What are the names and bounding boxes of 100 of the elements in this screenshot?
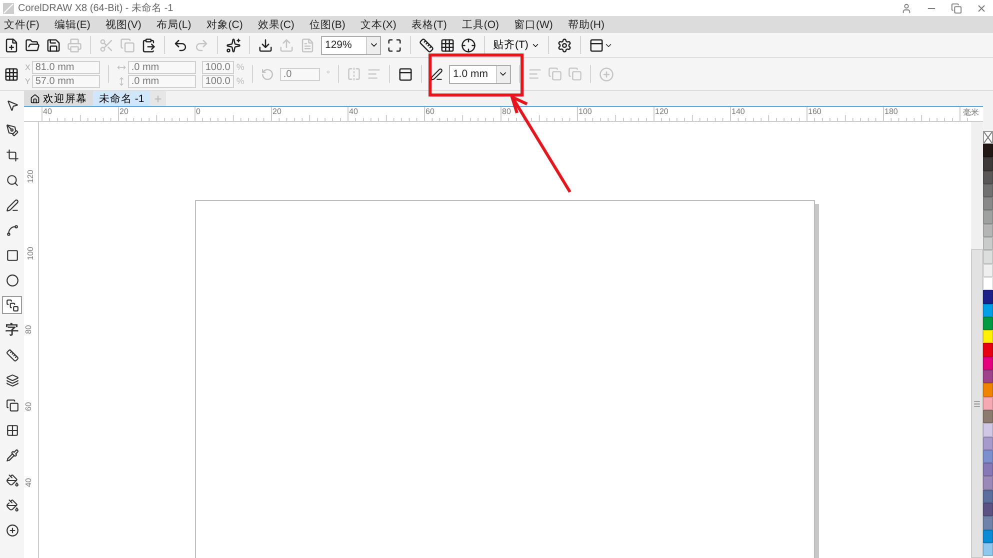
eyedropper-icon [6, 448, 18, 462]
menu-item[interactable]: 对象(C) [206, 18, 243, 32]
color-swatch[interactable] [983, 503, 993, 516]
color-swatch[interactable] [983, 330, 993, 344]
outline-width-combo[interactable]: 1.0 mm [448, 64, 511, 84]
settings-button[interactable] [557, 38, 572, 52]
checker-icon [6, 424, 18, 436]
undo-icon [173, 38, 188, 52]
color-swatch[interactable] [983, 316, 993, 330]
color-swatch[interactable] [983, 396, 993, 410]
color-swatch[interactable] [983, 184, 993, 198]
ruler-label: 80 [502, 107, 511, 116]
no-color-swatch[interactable] [983, 131, 993, 144]
color-swatch[interactable] [983, 197, 993, 210]
rulers-button[interactable] [419, 38, 434, 52]
tab[interactable]: 未命名 -1 [93, 91, 150, 106]
wrap-text-button[interactable] [398, 66, 413, 82]
new-button[interactable] [4, 38, 19, 52]
color-swatch[interactable] [983, 542, 993, 556]
redo-icon [194, 38, 209, 52]
color-swatch[interactable] [983, 343, 993, 357]
color-swatch[interactable] [983, 237, 993, 250]
color-swatch[interactable] [983, 476, 993, 490]
zoom-combo[interactable]: 129% [321, 36, 381, 54]
color-swatch[interactable] [983, 144, 993, 158]
menu-item[interactable]: 窗口(W) [514, 18, 553, 32]
snap-button[interactable]: 贴齐(T) [493, 38, 540, 52]
scale-y-field[interactable]: 100.0 [202, 74, 234, 88]
menu-item[interactable]: 布局(L) [156, 18, 192, 32]
color-swatch[interactable] [983, 250, 993, 264]
color-swatch[interactable] [983, 210, 993, 224]
full-screen-button[interactable] [387, 38, 402, 52]
paste-button[interactable] [141, 38, 156, 52]
rotation-field[interactable]: .0 [280, 68, 320, 80]
scale-x-field[interactable]: 100.0 [202, 60, 234, 74]
copy-icon [120, 38, 135, 52]
color-swatch[interactable] [983, 383, 993, 397]
height-field[interactable]: .0 mm [128, 74, 196, 88]
menu-item[interactable]: 表格(T) [411, 18, 447, 32]
import-button[interactable] [258, 38, 273, 52]
mirror-icon [346, 67, 361, 81]
scrollbar-thumb[interactable] [971, 249, 983, 558]
menu-item[interactable]: 工具(O) [462, 18, 500, 32]
menu-item[interactable]: 位图(B) [309, 18, 346, 32]
menu-item[interactable]: 效果(C) [258, 18, 294, 32]
color-swatch[interactable] [983, 450, 993, 464]
plus-circle-icon [598, 66, 614, 82]
grid-icon [440, 38, 455, 52]
dropdown-button[interactable] [496, 66, 510, 82]
save-button[interactable] [46, 38, 61, 52]
color-swatch[interactable] [983, 304, 993, 317]
paint-bucket-icon [6, 498, 18, 512]
color-swatch[interactable] [983, 436, 993, 450]
plus-circle-icon [6, 524, 18, 536]
restore-icon[interactable] [951, 2, 962, 14]
pencil-icon [6, 198, 18, 212]
guidelines-button[interactable] [461, 38, 476, 52]
color-swatch[interactable] [983, 490, 993, 504]
color-swatch[interactable] [983, 264, 993, 277]
width-field[interactable]: .0 mm [128, 60, 196, 74]
close-icon[interactable] [976, 2, 987, 14]
menu-item[interactable]: 帮助(H) [568, 18, 604, 32]
account-icon[interactable] [901, 2, 912, 14]
polygon-tool[interactable] [2, 296, 22, 314]
undo-button[interactable] [173, 38, 188, 52]
ruler-label: 120 [655, 107, 668, 116]
new-file-icon [4, 38, 19, 52]
color-swatch[interactable] [983, 356, 993, 370]
menu-item[interactable]: 文件(F) [4, 18, 40, 32]
color-swatch[interactable] [983, 516, 993, 530]
ruler-label: 140 [732, 107, 745, 116]
ruler-label: 20 [272, 107, 282, 116]
color-swatch[interactable] [983, 463, 993, 476]
color-swatch[interactable] [983, 170, 993, 184]
y-position-field[interactable]: 57.0 mm [32, 74, 100, 88]
color-swatch[interactable] [983, 423, 993, 437]
color-swatch[interactable] [983, 530, 993, 543]
launch-button[interactable] [589, 38, 614, 52]
dropdown-button[interactable] [366, 36, 380, 54]
menu-item[interactable]: 文本(X) [360, 18, 396, 32]
color-swatch[interactable] [983, 370, 993, 384]
color-swatch[interactable] [983, 290, 993, 304]
open-button[interactable] [25, 38, 40, 52]
color-swatch[interactable] [983, 157, 993, 171]
print-icon [67, 38, 82, 52]
menu-item[interactable]: 视图(V) [105, 18, 142, 32]
grid-button[interactable] [440, 38, 455, 52]
color-swatch[interactable] [983, 276, 993, 290]
ruler-label: 20 [120, 107, 128, 116]
tab[interactable]: 欢迎屏幕 [24, 91, 93, 106]
text-tool[interactable]: 字 [2, 321, 22, 339]
circle-icon [6, 274, 18, 286]
document-icon [300, 38, 315, 52]
paint-bucket-icon [6, 474, 18, 486]
color-swatch[interactable] [983, 410, 993, 424]
menu-item[interactable]: 编辑(E) [54, 18, 90, 32]
color-swatch[interactable] [983, 224, 993, 238]
object-origin-button[interactable] [4, 66, 19, 82]
x-position-field[interactable]: 81.0 mm [32, 60, 100, 74]
ruler-label: 60 [24, 402, 33, 410]
